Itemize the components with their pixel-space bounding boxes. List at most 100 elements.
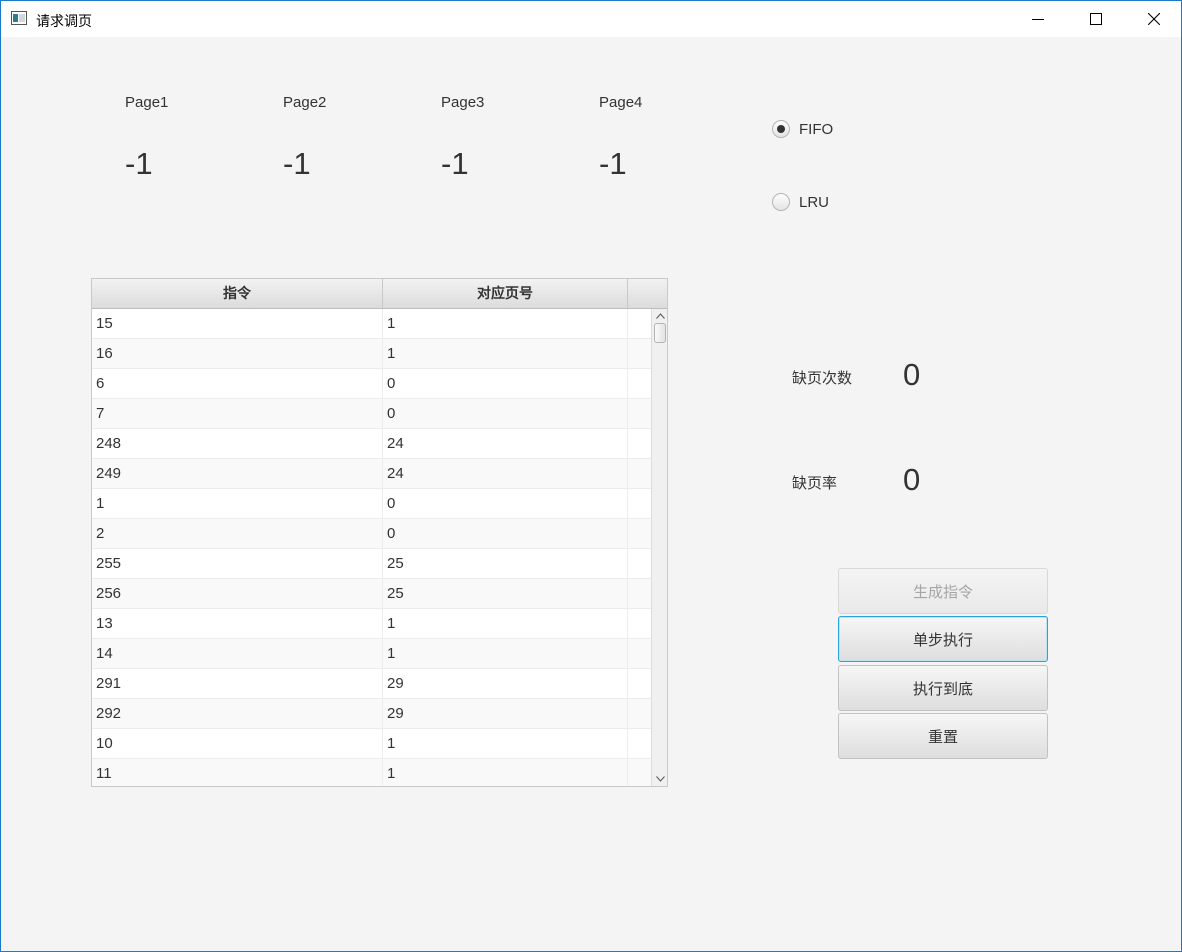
cell-page-number: 0 [383, 369, 628, 398]
cell-page-number: 1 [383, 639, 628, 668]
table-row[interactable]: 20 [92, 519, 651, 549]
cell-instruction: 10 [92, 729, 383, 758]
radio-lru-label[interactable]: LRU [799, 194, 829, 211]
cell-instruction: 291 [92, 669, 383, 698]
close-button[interactable] [1125, 1, 1182, 37]
cell-filler [628, 459, 651, 488]
close-icon [1148, 13, 1160, 25]
cell-page-number: 0 [383, 519, 628, 548]
page2-label: Page2 [283, 94, 327, 111]
cell-filler [628, 549, 651, 578]
cell-page-number: 1 [383, 729, 628, 758]
table-row[interactable]: 60 [92, 369, 651, 399]
cell-filler [628, 429, 651, 458]
cell-filler [628, 309, 651, 338]
title-bar[interactable]: 请求调页 [1, 1, 1181, 37]
run-to-end-button[interactable]: 执行到底 [838, 665, 1048, 711]
table-scrollbar[interactable] [651, 309, 667, 786]
cell-filler [628, 699, 651, 728]
page1-value: -1 [125, 146, 153, 181]
page2-value: -1 [283, 146, 311, 181]
page-fault-rate-value: 0 [903, 462, 921, 497]
table-row[interactable]: 70 [92, 399, 651, 429]
cell-filler [628, 519, 651, 548]
table-row[interactable]: 292 29 [92, 699, 651, 729]
radio-fifo-label[interactable]: FIFO [799, 121, 833, 138]
radio-lru[interactable]: LRU [772, 193, 829, 211]
column-header-page-number[interactable]: 对应页号 [383, 279, 628, 308]
cell-instruction: 11 [92, 759, 383, 786]
cell-page-number: 29 [383, 669, 628, 698]
page3-label: Page3 [441, 94, 485, 111]
cell-filler [628, 639, 651, 668]
page4-label: Page4 [599, 94, 643, 111]
page1-label: Page1 [125, 94, 169, 111]
page-fault-count-value: 0 [903, 357, 921, 392]
cell-page-number: 1 [383, 609, 628, 638]
cell-instruction: 6 [92, 369, 383, 398]
cell-instruction: 255 [92, 549, 383, 578]
cell-instruction: 14 [92, 639, 383, 668]
cell-page-number: 24 [383, 429, 628, 458]
cell-page-number: 1 [383, 759, 628, 786]
cell-page-number: 1 [383, 339, 628, 368]
radio-fifo-indicator[interactable] [772, 120, 790, 138]
cell-page-number: 24 [383, 459, 628, 488]
chevron-down-icon [655, 776, 665, 782]
cell-instruction: 256 [92, 579, 383, 608]
cell-filler [628, 369, 651, 398]
table-row[interactable]: 16 1 [92, 339, 651, 369]
table-row[interactable]: 291 29 [92, 669, 651, 699]
maximize-button[interactable] [1067, 1, 1125, 37]
cell-page-number: 0 [383, 399, 628, 428]
page-fault-rate-label: 缺页率 [792, 475, 838, 492]
table-row[interactable]: 10 [92, 489, 651, 519]
window-title: 请求调页 [36, 13, 92, 29]
minimize-button[interactable] [1009, 1, 1067, 37]
cell-filler [628, 579, 651, 608]
cell-instruction: 292 [92, 699, 383, 728]
cell-page-number: 25 [383, 579, 628, 608]
cell-filler [628, 339, 651, 368]
table-row[interactable]: 13 1 [92, 609, 651, 639]
scroll-up-arrow[interactable] [652, 309, 667, 323]
table-row[interactable]: 10 1 [92, 729, 651, 759]
generate-instructions-button[interactable]: 生成指令 [838, 568, 1048, 614]
cell-instruction: 7 [92, 399, 383, 428]
cell-filler [628, 609, 651, 638]
table-row[interactable]: 256 25 [92, 579, 651, 609]
scroll-down-arrow[interactable] [652, 772, 667, 786]
cell-filler [628, 729, 651, 758]
table-row[interactable]: 11 1 [92, 759, 651, 786]
cell-page-number: 1 [383, 309, 628, 338]
cell-instruction: 13 [92, 609, 383, 638]
cell-instruction: 2 [92, 519, 383, 548]
minimize-icon [1032, 19, 1044, 20]
cell-instruction: 15 [92, 309, 383, 338]
table-body[interactable]: 15 1 16 1 6 0 7 0 248 24 249 24 1 0 2 0 255 25 256 25 13 1 14 1… [92, 309, 651, 786]
cell-page-number: 25 [383, 549, 628, 578]
cell-instruction: 1 [92, 489, 383, 518]
page-fault-count-label: 缺页次数 [792, 370, 853, 387]
radio-fifo[interactable]: FIFO [772, 120, 833, 138]
cell-filler [628, 489, 651, 518]
cell-instruction: 249 [92, 459, 383, 488]
table-row[interactable]: 248 24 [92, 429, 651, 459]
table-row[interactable]: 15 1 [92, 309, 651, 339]
cell-page-number: 29 [383, 699, 628, 728]
table-row[interactable]: 255 25 [92, 549, 651, 579]
cell-filler [628, 669, 651, 698]
scroll-thumb[interactable] [654, 323, 666, 343]
table-row[interactable]: 14 1 [92, 639, 651, 669]
column-header-instruction[interactable]: 指令 [92, 279, 383, 308]
cell-filler [628, 399, 651, 428]
reset-button[interactable]: 重置 [838, 713, 1048, 759]
step-execute-button[interactable]: 单步执行 [838, 616, 1048, 662]
cell-instruction: 248 [92, 429, 383, 458]
cell-filler [628, 759, 651, 786]
table-row[interactable]: 249 24 [92, 459, 651, 489]
radio-lru-indicator[interactable] [772, 193, 790, 211]
table-header: 指令 对应页号 [92, 279, 667, 309]
instruction-table[interactable]: 指令 对应页号 15 1 16 1 6 0 7 0 248 24 249 24 1 0 2 0 255 25 256… [91, 278, 668, 787]
maximize-icon [1090, 13, 1102, 25]
